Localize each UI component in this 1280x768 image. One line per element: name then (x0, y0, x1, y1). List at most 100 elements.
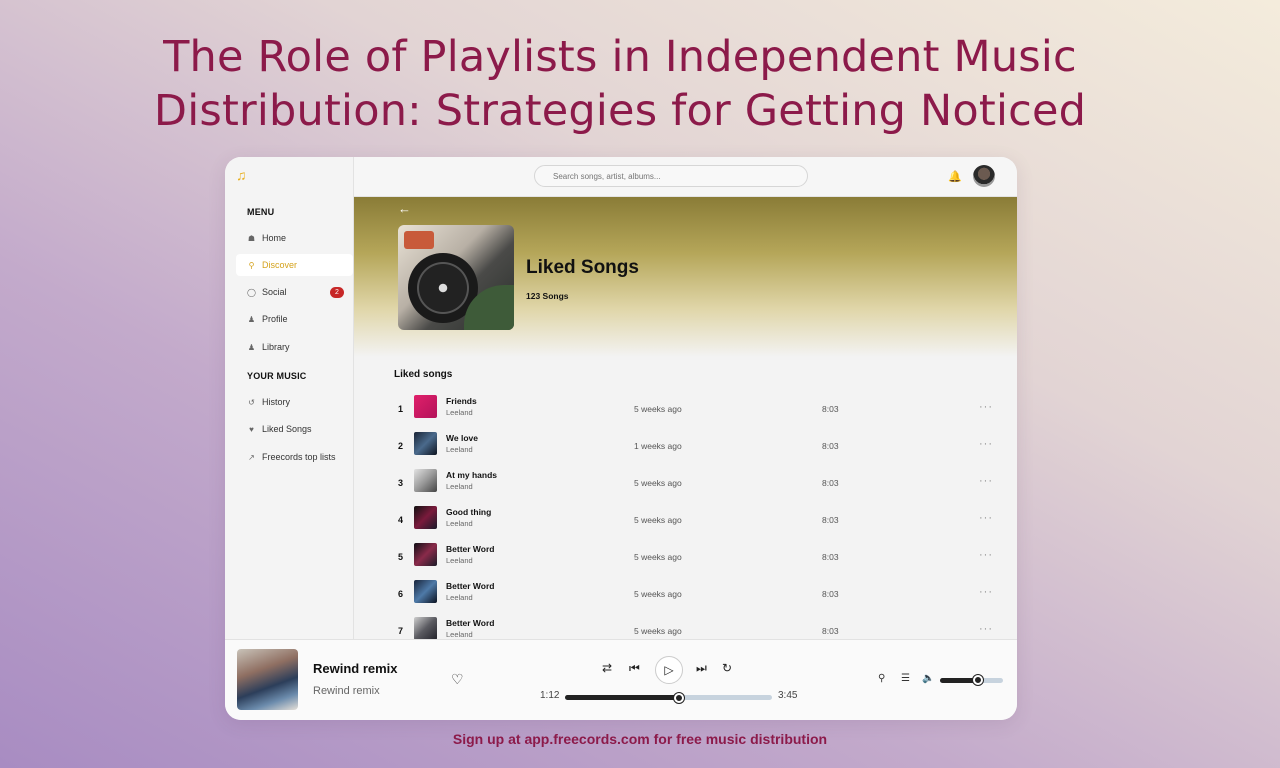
list-heading: Liked songs (394, 369, 453, 380)
track-added: 5 weeks ago (634, 552, 682, 562)
shuffle-icon[interactable]: ⇄ (602, 661, 612, 675)
now-playing-artwork (237, 649, 298, 710)
trending-icon: ↗ (248, 452, 255, 462)
now-playing-artist: Rewind remix (313, 685, 380, 697)
now-playing-bar: Rewind remix Rewind remix ♡ ⇄ ⏮ ▷ ⏭ ↻ 1:… (225, 639, 1017, 720)
sidebar-item-discover[interactable]: ⚲ Discover (236, 254, 353, 276)
heart-icon: ♥ (249, 424, 254, 434)
track-thumbnail (414, 580, 437, 603)
sidebar-item-home[interactable]: ☗ Home (236, 227, 353, 249)
track-duration: 8:03 (822, 478, 839, 488)
menu-heading: MENU (247, 207, 275, 217)
sidebar: ♫ MENU ☗ Home ⚲ Discover ◯ Social 2 ♟ Pr… (225, 157, 354, 639)
track-duration: 8:03 (822, 552, 839, 562)
table-row[interactable]: 2 We love Leeland 1 weeks ago 8:03 ··· (394, 430, 994, 467)
avatar[interactable] (973, 165, 995, 187)
track-artist: Leeland (446, 593, 473, 602)
sidebar-item-library[interactable]: ♟ Library (236, 336, 353, 358)
sidebar-item-history[interactable]: ↺ History (236, 391, 353, 413)
signup-cta[interactable]: Sign up at app.freecords.com for free mu… (0, 731, 1280, 747)
play-button[interactable]: ▷ (655, 656, 683, 684)
sidebar-item-profile[interactable]: ♟ Profile (236, 308, 353, 330)
more-options-icon[interactable]: ··· (979, 475, 993, 487)
search-input[interactable] (534, 165, 808, 187)
volume-slider[interactable] (940, 678, 1003, 683)
progress-fill (565, 695, 679, 700)
queue-icon[interactable]: ☰ (901, 673, 910, 684)
track-added: 5 weeks ago (634, 515, 682, 525)
table-row[interactable]: 4 Good thing Leeland 5 weeks ago 8:03 ··… (394, 504, 994, 541)
more-options-icon[interactable]: ··· (979, 401, 993, 413)
track-added: 1 weeks ago (634, 441, 682, 451)
heart-icon[interactable]: ♡ (451, 671, 464, 688)
track-number: 3 (398, 478, 404, 488)
more-options-icon[interactable]: ··· (979, 623, 993, 635)
track-title: Better Word (446, 581, 495, 591)
track-title: Better Word (446, 544, 495, 554)
table-row[interactable]: 6 Better Word Leeland 5 weeks ago 8:03 ·… (394, 578, 994, 615)
sidebar-item-label: History (262, 397, 291, 407)
track-thumbnail (414, 506, 437, 529)
track-artist: Leeland (446, 519, 473, 528)
next-icon[interactable]: ⏭ (696, 661, 707, 676)
track-thumbnail (414, 469, 437, 492)
track-thumbnail (414, 617, 437, 640)
sidebar-item-label: Library (262, 342, 290, 352)
sidebar-item-label: Liked Songs (262, 424, 312, 434)
cover-detail (404, 231, 434, 249)
track-number: 5 (398, 552, 404, 562)
headline-line-1: The Role of Playlists in Independent Mus… (163, 32, 1077, 82)
track-number: 6 (398, 589, 404, 599)
track-number: 7 (398, 626, 404, 636)
track-number: 2 (398, 441, 404, 451)
playlist-title: Liked Songs (526, 257, 639, 278)
track-duration: 8:03 (822, 515, 839, 525)
more-options-icon[interactable]: ··· (979, 549, 993, 561)
previous-icon[interactable]: ⏮ (629, 661, 640, 676)
user-icon: ♟ (247, 314, 256, 324)
history-icon: ↺ (248, 397, 255, 407)
more-options-icon[interactable]: ··· (979, 438, 993, 450)
page-headline: The Role of Playlists in Independent Mus… (0, 30, 1240, 138)
track-title: Friends (446, 396, 477, 406)
progress-handle[interactable] (673, 693, 684, 703)
chat-icon: ◯ (247, 287, 256, 297)
track-duration: 8:03 (822, 441, 839, 451)
microphone-icon[interactable]: ⚲ (878, 673, 885, 684)
sidebar-item-liked-songs[interactable]: ♥ Liked Songs (236, 418, 353, 440)
now-playing-title: Rewind remix (313, 661, 398, 676)
song-count: 123 Songs (526, 291, 569, 301)
track-title: Good thing (446, 507, 492, 517)
more-options-icon[interactable]: ··· (979, 586, 993, 598)
app-window: ♫ MENU ☗ Home ⚲ Discover ◯ Social 2 ♟ Pr… (225, 157, 1017, 720)
repeat-icon[interactable]: ↻ (722, 661, 732, 675)
back-arrow-icon[interactable]: ← (398, 201, 411, 216)
sidebar-item-label: Profile (262, 314, 288, 324)
track-thumbnail (414, 395, 437, 418)
sidebar-item-top-lists[interactable]: ↗ Freecords top lists (236, 446, 353, 468)
progress-bar[interactable] (565, 695, 772, 700)
volume-icon[interactable]: 🔈 (922, 673, 934, 684)
track-title: Better Word (446, 618, 495, 628)
track-added: 5 weeks ago (634, 478, 682, 488)
track-number: 4 (398, 515, 404, 525)
track-added: 5 weeks ago (634, 626, 682, 636)
home-icon: ☗ (247, 233, 256, 243)
playlist-cover-image (398, 225, 514, 330)
notification-badge: 2 (330, 287, 344, 298)
user-icon: ♟ (247, 342, 256, 352)
playlist-header: ← Liked Songs 123 Songs (354, 197, 1017, 357)
bell-icon[interactable]: 🔔 (948, 170, 962, 183)
track-duration: 8:03 (822, 589, 839, 599)
more-options-icon[interactable]: ··· (979, 512, 993, 524)
sidebar-item-social[interactable]: ◯ Social 2 (236, 281, 353, 303)
table-row[interactable]: 1 Friends Leeland 5 weeks ago 8:03 ··· (394, 393, 994, 430)
search-icon: ⚲ (248, 260, 255, 270)
track-artist: Leeland (446, 482, 473, 491)
track-artist: Leeland (446, 445, 473, 454)
app-logo-icon[interactable]: ♫ (236, 168, 250, 182)
table-row[interactable]: 5 Better Word Leeland 5 weeks ago 8:03 ·… (394, 541, 994, 578)
table-row[interactable]: 3 At my hands Leeland 5 weeks ago 8:03 ·… (394, 467, 994, 504)
volume-handle[interactable] (972, 675, 983, 685)
top-bar: 🔔 (354, 157, 1017, 197)
